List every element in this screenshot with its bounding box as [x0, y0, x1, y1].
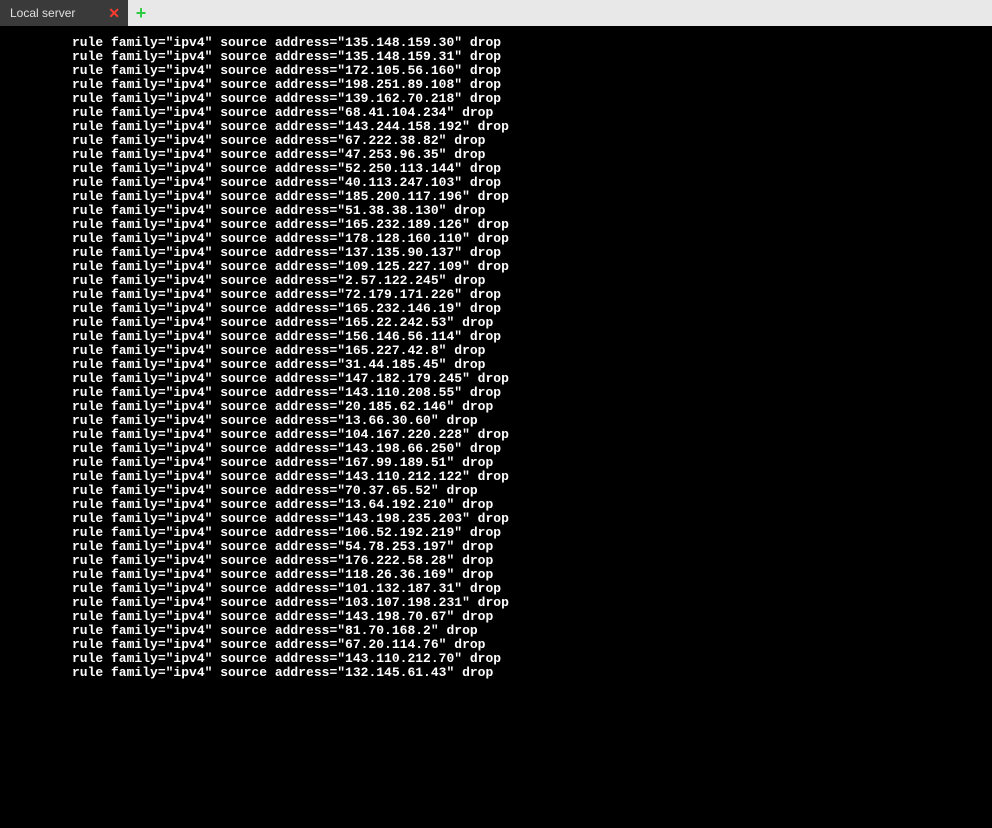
terminal-line: rule family="ipv4" source address="135.1… — [0, 36, 992, 50]
terminal-line: rule family="ipv4" source address="135.1… — [0, 50, 992, 64]
terminal-line: rule family="ipv4" source address="67.22… — [0, 134, 992, 148]
terminal-line: rule family="ipv4" source address="143.1… — [0, 470, 992, 484]
terminal-line: rule family="ipv4" source address="52.25… — [0, 162, 992, 176]
terminal-line: rule family="ipv4" source address="143.2… — [0, 120, 992, 134]
terminal-line: rule family="ipv4" source address="156.1… — [0, 330, 992, 344]
terminal-line: rule family="ipv4" source address="72.17… — [0, 288, 992, 302]
terminal-line: rule family="ipv4" source address="118.2… — [0, 568, 992, 582]
terminal-line: rule family="ipv4" source address="165.2… — [0, 344, 992, 358]
terminal-line: rule family="ipv4" source address="165.2… — [0, 316, 992, 330]
terminal-line: rule family="ipv4" source address="47.25… — [0, 148, 992, 162]
terminal-line: rule family="ipv4" source address="185.2… — [0, 190, 992, 204]
terminal-line: rule family="ipv4" source address="81.70… — [0, 624, 992, 638]
terminal-line: rule family="ipv4" source address="70.37… — [0, 484, 992, 498]
tab-local-server[interactable]: Local server ✕ — [0, 0, 128, 26]
terminal-line: rule family="ipv4" source address="31.44… — [0, 358, 992, 372]
terminal-line: rule family="ipv4" source address="172.1… — [0, 64, 992, 78]
terminal-line: rule family="ipv4" source address="143.1… — [0, 610, 992, 624]
terminal-output[interactable]: rule family="ipv4" source address="135.1… — [0, 26, 992, 828]
tab-bar: Local server ✕ + — [0, 0, 992, 26]
plus-icon: + — [136, 4, 147, 22]
terminal-line: rule family="ipv4" source address="139.1… — [0, 92, 992, 106]
terminal-line: rule family="ipv4" source address="143.1… — [0, 652, 992, 666]
terminal-line: rule family="ipv4" source address="104.1… — [0, 428, 992, 442]
terminal-line: rule family="ipv4" source address="51.38… — [0, 204, 992, 218]
terminal-line: rule family="ipv4" source address="165.2… — [0, 218, 992, 232]
terminal-line: rule family="ipv4" source address="20.18… — [0, 400, 992, 414]
terminal-line: rule family="ipv4" source address="167.9… — [0, 456, 992, 470]
terminal-line: rule family="ipv4" source address="2.57.… — [0, 274, 992, 288]
terminal-line: rule family="ipv4" source address="132.1… — [0, 666, 992, 680]
terminal-line: rule family="ipv4" source address="143.1… — [0, 512, 992, 526]
terminal-line: rule family="ipv4" source address="68.41… — [0, 106, 992, 120]
terminal-line: rule family="ipv4" source address="147.1… — [0, 372, 992, 386]
terminal-line: rule family="ipv4" source address="106.5… — [0, 526, 992, 540]
terminal-line: rule family="ipv4" source address="103.1… — [0, 596, 992, 610]
terminal-line: rule family="ipv4" source address="143.1… — [0, 386, 992, 400]
terminal-line: rule family="ipv4" source address="176.2… — [0, 554, 992, 568]
terminal-line: rule family="ipv4" source address="13.64… — [0, 498, 992, 512]
terminal-line: rule family="ipv4" source address="143.1… — [0, 442, 992, 456]
terminal-line: rule family="ipv4" source address="178.1… — [0, 232, 992, 246]
terminal-line: rule family="ipv4" source address="67.20… — [0, 638, 992, 652]
terminal-line: rule family="ipv4" source address="109.1… — [0, 260, 992, 274]
close-icon[interactable]: ✕ — [108, 6, 120, 20]
terminal-line: rule family="ipv4" source address="40.11… — [0, 176, 992, 190]
terminal-line: rule family="ipv4" source address="198.2… — [0, 78, 992, 92]
terminal-line: rule family="ipv4" source address="137.1… — [0, 246, 992, 260]
terminal-line: rule family="ipv4" source address="13.66… — [0, 414, 992, 428]
terminal-line: rule family="ipv4" source address="165.2… — [0, 302, 992, 316]
tab-label: Local server — [10, 6, 75, 20]
terminal-line: rule family="ipv4" source address="101.1… — [0, 582, 992, 596]
add-tab-button[interactable]: + — [128, 0, 154, 26]
terminal-line: rule family="ipv4" source address="54.78… — [0, 540, 992, 554]
